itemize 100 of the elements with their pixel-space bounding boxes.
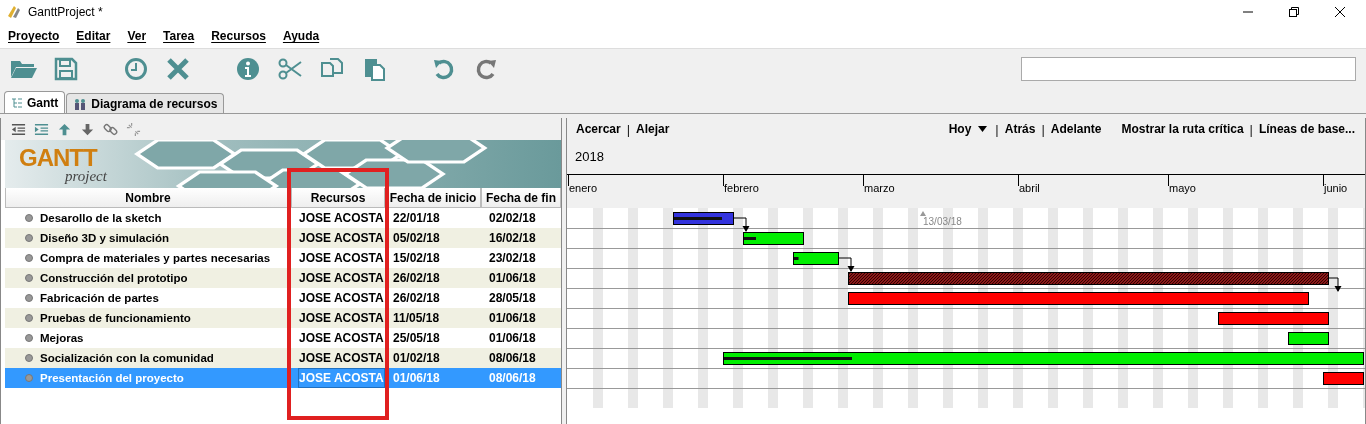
task-bar[interactable]: [743, 232, 804, 245]
app-logo-icon: [6, 4, 22, 20]
task-name: Compra de materiales y partes necesarias: [40, 252, 271, 264]
table-cell-text: JOSE ACOSTA: [299, 310, 384, 327]
task-name: Socialización con la comunidad: [40, 352, 214, 364]
task-bar[interactable]: [793, 252, 839, 265]
toolbar-link[interactable]: Atrás: [1004, 122, 1036, 136]
search-field[interactable]: [1021, 56, 1356, 81]
table-cell: 15/02/18: [393, 251, 440, 265]
bullet-icon: [25, 254, 33, 262]
bullet-icon: [25, 374, 33, 382]
up-arrow-icon[interactable]: [57, 121, 72, 137]
month-label: abril: [1019, 182, 1040, 194]
table-cell: 02/02/18: [489, 211, 536, 225]
toolbar-link[interactable]: Alejar: [636, 122, 670, 136]
separator: |: [995, 121, 999, 137]
task-name: Pruebas de funcionamiento: [40, 312, 191, 324]
table-cell: 28/05/18: [489, 291, 536, 305]
task-row[interactable]: Socialización con la comunidad JOSE ACOSTA 01/02/18 08/06/18: [5, 348, 561, 368]
table-cell: 11/05/18: [393, 311, 440, 325]
toolbar-link[interactable]: Líneas de base...: [1258, 122, 1355, 136]
table-cell-text: JOSE ACOSTA: [299, 250, 384, 267]
menu-item[interactable]: Ver: [127, 29, 147, 43]
logo-title: GANTT: [19, 144, 99, 171]
tab[interactable]: Diagrama de recursos: [66, 93, 225, 113]
task-name: Desarollo de la sketch: [40, 212, 162, 224]
scissors-icon[interactable]: [276, 56, 304, 81]
bullet-icon: [25, 234, 33, 242]
table-cell-text: JOSE ACOSTA: [299, 230, 384, 247]
link-icon[interactable]: [103, 121, 118, 137]
menu-item[interactable]: Recursos: [211, 29, 266, 43]
task-bar[interactable]: [723, 352, 1364, 365]
year-label: 2018: [575, 148, 604, 164]
month-label: junio: [1324, 182, 1348, 194]
people-icon: [73, 97, 88, 110]
bullet-icon: [25, 354, 33, 362]
task-name: Mejoras: [40, 332, 84, 344]
bullet-icon: [25, 314, 33, 322]
table-cell: 08/06/18: [489, 371, 536, 385]
delete-icon[interactable]: [164, 56, 192, 81]
table-cell: 23/02/18: [489, 251, 536, 265]
task-name: Fabricación de partes: [40, 292, 159, 304]
task-name: Construcción del prototipo: [40, 272, 188, 284]
logo-subtitle: project: [65, 168, 107, 185]
caret-icon: [978, 126, 988, 132]
month-label: enero: [569, 182, 598, 194]
table-cell-text: JOSE ACOSTA: [299, 330, 384, 347]
task-name: Diseño 3D y simulación: [40, 232, 170, 244]
outdent-icon[interactable]: [11, 121, 26, 137]
task-row[interactable]: Construcción del prototipo JOSE ACOSTA 26/02/18 01/06/18: [5, 268, 561, 288]
tab[interactable]: Gantt: [4, 91, 66, 113]
month-label: febrero: [724, 182, 759, 194]
table-cell: 22/01/18: [393, 211, 440, 225]
bullet-icon: [25, 274, 33, 282]
task-name: Presentación del proyecto: [40, 372, 184, 384]
today-marker-icon: [920, 211, 926, 216]
table-cell: 01/06/18: [393, 371, 440, 385]
task-bar[interactable]: [1288, 332, 1329, 345]
menu-item[interactable]: Tarea: [163, 29, 195, 43]
today-marker-label: 13/03/18: [923, 216, 962, 227]
bullet-icon: [25, 294, 33, 302]
menu-item[interactable]: Proyecto: [8, 29, 60, 43]
table-cell-text: JOSE ACOSTA: [299, 290, 384, 307]
column-header[interactable]: Fecha de fin: [481, 188, 561, 208]
table-cell: 05/02/18: [393, 231, 440, 245]
tree-icon: [11, 96, 23, 109]
table-cell: 01/06/18: [489, 311, 536, 325]
info-icon[interactable]: [234, 56, 262, 81]
bullet-icon: [25, 214, 33, 222]
restore-icon[interactable]: [1288, 6, 1300, 18]
indent-icon[interactable]: [34, 121, 49, 137]
window-title: GanttProject *: [28, 5, 103, 19]
separator: |: [1041, 121, 1045, 137]
toolbar-link[interactable]: Mostrar la ruta crítica: [1121, 122, 1244, 136]
separator: |: [626, 121, 631, 137]
task-row[interactable]: Pruebas de funcionamiento JOSE ACOSTA 11/05/18 01/06/18: [5, 308, 561, 328]
toolbar-link[interactable]: Acercar: [576, 122, 621, 136]
table-cell: 26/02/18: [393, 291, 440, 305]
month-label: mayo: [1169, 182, 1196, 194]
menu-item[interactable]: Editar: [76, 29, 111, 43]
month-label: marzo: [864, 182, 895, 194]
table-cell: 01/02/18: [393, 351, 440, 365]
table-cell-text: JOSE ACOSTA: [299, 210, 384, 227]
unlink-icon[interactable]: [126, 121, 141, 137]
today-dropdown[interactable]: Hoy: [948, 122, 988, 136]
save-icon[interactable]: [52, 56, 80, 81]
close-icon[interactable]: [1334, 6, 1346, 18]
task-row[interactable]: Diseño 3D y simulación JOSE ACOSTA 05/02/18 16/02/18: [5, 228, 561, 248]
clock-icon[interactable]: [122, 56, 150, 81]
down-arrow-icon[interactable]: [80, 121, 95, 137]
table-cell: 16/02/18: [489, 231, 536, 245]
bullet-icon: [25, 334, 33, 342]
column-header[interactable]: Recursos: [291, 188, 385, 208]
toolbar-link[interactable]: Adelante: [1050, 122, 1102, 136]
table-cell: 25/05/18: [393, 331, 440, 345]
table-cell: 01/06/18: [489, 331, 536, 345]
menu-item[interactable]: Ayuda: [282, 29, 320, 43]
separator: |: [1249, 121, 1253, 137]
table-cell: 26/02/18: [393, 271, 440, 285]
table-cell: 01/06/18: [489, 271, 536, 285]
